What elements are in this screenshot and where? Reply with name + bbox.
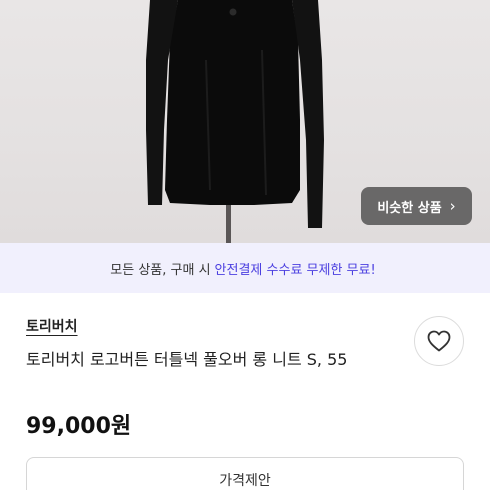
heart-outline-icon: [427, 330, 451, 352]
promo-highlight: 안전결제 수수료 무제한 무료!: [214, 262, 376, 278]
product-photo[interactable]: 비슷한 상품 ›: [0, 0, 490, 243]
store-link[interactable]: 토리버치: [26, 316, 78, 336]
similar-products-label: 비슷한 상품: [377, 200, 442, 216]
chevron-right-icon: ›: [449, 197, 456, 215]
similar-products-button[interactable]: 비슷한 상품 ›: [361, 187, 472, 225]
product-title: 토리버치 로고버튼 터틀넥 풀오버 롱 니트 S, 55: [26, 350, 348, 369]
promo-prefix: 모든 상품, 구매 시: [110, 262, 211, 278]
price-offer-button[interactable]: 가격제안: [26, 457, 464, 490]
promo-banner[interactable]: 모든 상품, 구매 시 안전결제 수수료 무제한 무료!: [0, 243, 490, 293]
favorite-button[interactable]: [414, 316, 464, 366]
price-offer-label: 가격제안: [219, 473, 271, 489]
product-price: 99,000원: [26, 414, 132, 439]
